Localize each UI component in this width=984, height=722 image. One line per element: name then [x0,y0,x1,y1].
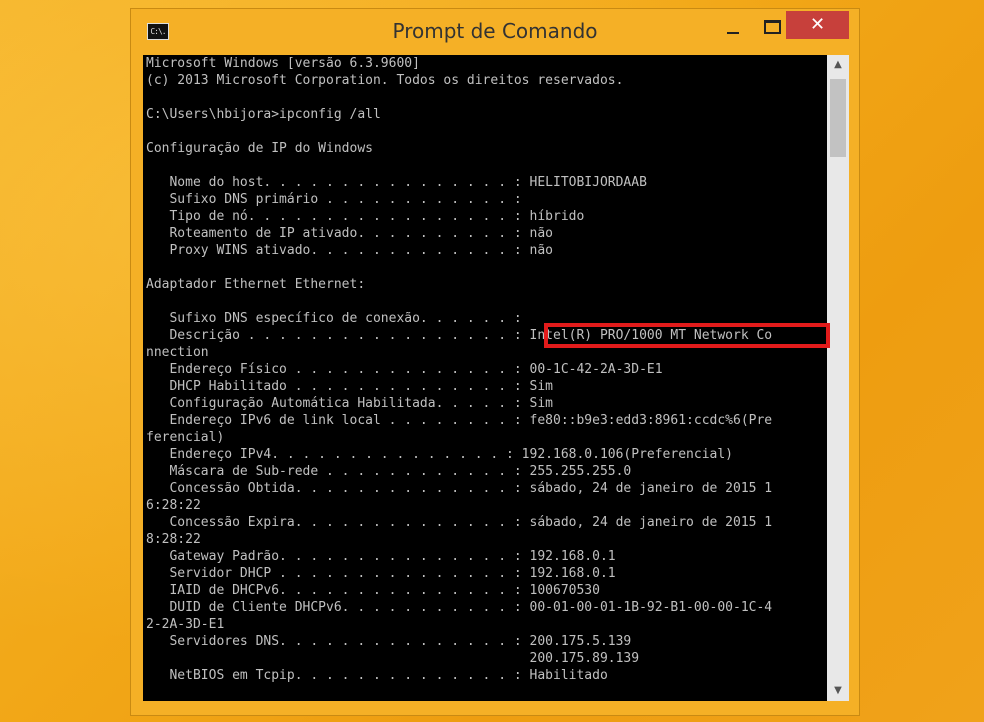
scroll-down-arrow-icon[interactable]: ▼ [827,681,849,701]
scroll-up-arrow-icon[interactable]: ▲ [827,55,849,75]
console-line: Configuração de IP do Windows [146,140,373,157]
close-button[interactable]: ✕ [786,11,849,39]
console-line: Roteamento de IP ativado. . . . . . . . … [146,225,553,242]
console-line: Concessão Obtida. . . . . . . . . . . . … [146,480,772,497]
console-line: Concessão Expira. . . . . . . . . . . . … [146,514,772,531]
highlight-annotation-box [544,323,830,348]
console-line: Servidores DNS. . . . . . . . . . . . . … [146,633,631,650]
console-line: Endereço IPv4. . . . . . . . . . . . . .… [146,446,733,463]
maximize-button[interactable] [753,11,789,39]
console-line: Gateway Padrão. . . . . . . . . . . . . … [146,548,616,565]
console-line: Servidor DHCP . . . . . . . . . . . . . … [146,565,616,582]
minimize-button[interactable] [713,11,753,39]
title-bar[interactable]: C:\. Prompt de Comando ✕ [131,9,859,55]
console-line: Adaptador Ethernet Ethernet: [146,276,365,293]
console-line: (c) 2013 Microsoft Corporation. Todos os… [146,72,623,89]
console-line: 200.175.89.139 [146,650,639,667]
console-line: ferencial) [146,429,224,446]
console-line: Microsoft Windows [versão 6.3.9600] [146,55,420,72]
console-line: Proxy WINS ativado. . . . . . . . . . . … [146,242,553,259]
console-line: 6:28:22 [146,497,201,514]
console-line: NetBIOS em Tcpip. . . . . . . . . . . . … [146,667,608,684]
console-line: Máscara de Sub-rede . . . . . . . . . . … [146,463,631,480]
console-line: Sufixo DNS específico de conexão. . . . … [146,310,522,327]
console-line: DHCP Habilitado . . . . . . . . . . . . … [146,378,553,395]
console-line: IAID de DHCPv6. . . . . . . . . . . . . … [146,582,600,599]
console-output[interactable]: Microsoft Windows [versão 6.3.9600] (c) … [143,55,827,701]
console-line: DUID de Cliente DHCPv6. . . . . . . . . … [146,599,772,616]
console-line: Endereço Físico . . . . . . . . . . . . … [146,361,663,378]
console-line: C:\Users\hbijora>ipconfig /all [146,106,381,123]
console-line: Sufixo DNS primário . . . . . . . . . . … [146,191,522,208]
vertical-scrollbar[interactable]: ▲ ▼ [827,55,849,701]
console-line: nnection [146,344,209,361]
console-line: Nome do host. . . . . . . . . . . . . . … [146,174,647,191]
command-prompt-window[interactable]: C:\. Prompt de Comando ✕ Microsoft Windo… [130,8,860,716]
scrollbar-thumb[interactable] [830,79,846,157]
console-line: Configuração Automática Habilitada. . . … [146,395,553,412]
console-line: Endereço IPv6 de link local . . . . . . … [146,412,772,429]
console-line: 2-2A-3D-E1 [146,616,224,633]
console-line: Tipo de nó. . . . . . . . . . . . . . . … [146,208,584,225]
console-line: 8:28:22 [146,531,201,548]
